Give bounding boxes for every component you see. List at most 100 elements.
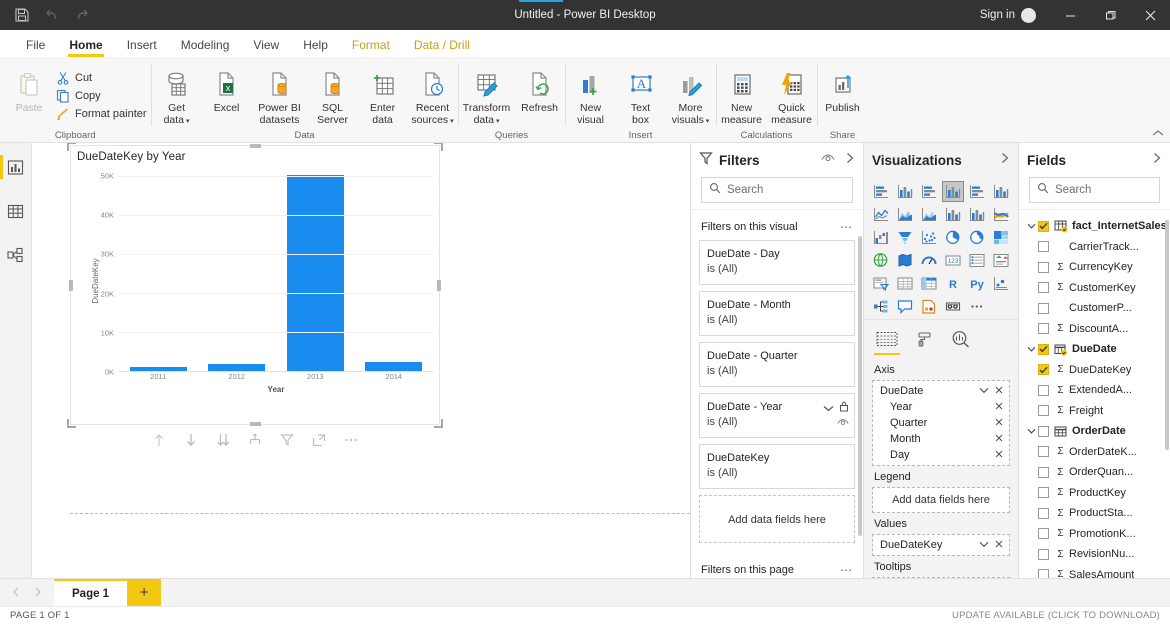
viz-type-treemap[interactable] — [990, 227, 1012, 248]
viz-type-smart-narrative[interactable] — [894, 296, 916, 317]
viz-type-100-stacked-bar-chart[interactable] — [966, 181, 988, 202]
drill-up-icon[interactable] — [152, 433, 166, 447]
filter-icon[interactable] — [280, 433, 294, 447]
viz-type-funnel-chart[interactable] — [894, 227, 916, 248]
sql-server-button[interactable]: SQLServer — [308, 63, 358, 126]
format-tab[interactable] — [916, 327, 933, 351]
analytics-tab[interactable] — [951, 327, 970, 351]
viz-type-gauge[interactable] — [918, 250, 940, 271]
field-row-productkey[interactable]: ΣProductKey — [1019, 483, 1170, 504]
ribbon-tab-insert[interactable]: Insert — [115, 38, 169, 57]
enter-data-button[interactable]: Enterdata — [358, 63, 408, 126]
field-checkbox[interactable] — [1038, 487, 1049, 498]
field-checkbox[interactable] — [1038, 405, 1049, 416]
text-box-button[interactable]: ATextbox — [616, 63, 666, 126]
filters-on-visual-menu[interactable]: ⋯ — [840, 220, 853, 234]
field-row-customerp[interactable]: CustomerP... — [1019, 298, 1170, 319]
viz-type-card[interactable]: 123 — [942, 250, 964, 271]
sidebar-item-report-view[interactable] — [0, 153, 32, 181]
eye-icon[interactable] — [837, 414, 849, 432]
chevron-down-icon[interactable] — [1025, 428, 1038, 435]
power-bi-datasets-button[interactable]: Power BIdatasets — [252, 63, 308, 126]
fields-scrollbar[interactable] — [1165, 220, 1169, 450]
remove-field-icon[interactable] — [995, 449, 1003, 461]
resize-handle-bottom[interactable] — [250, 422, 261, 426]
ribbon-tab-help[interactable]: Help — [291, 38, 340, 57]
ribbon-tab-format[interactable]: Format — [340, 38, 402, 57]
format-painter-button[interactable]: Format painter — [56, 105, 147, 123]
filter-card[interactable]: DueDate - Quarteris (All) — [699, 342, 855, 387]
viz-type-multi-row-card[interactable] — [966, 250, 988, 271]
quick-measure-button[interactable]: Quickmeasure — [767, 63, 817, 126]
viz-type-paginated-report[interactable] — [918, 296, 940, 317]
avatar[interactable] — [1021, 8, 1036, 23]
well-field-duedate[interactable]: DueDate — [873, 383, 1009, 399]
update-available-status[interactable]: UPDATE AVAILABLE (CLICK TO DOWNLOAD) — [952, 610, 1160, 621]
fields-tab[interactable] — [876, 327, 898, 351]
resize-handle-tl[interactable] — [67, 143, 76, 151]
bar-chart-visual[interactable]: DueDateKey by Year DueDateKey 0K10K20K30… — [70, 145, 440, 425]
field-checkbox[interactable] — [1038, 303, 1049, 314]
bar-cell[interactable] — [355, 168, 434, 371]
save-icon[interactable] — [14, 7, 30, 23]
field-row-orderdate[interactable]: OrderDate — [1019, 421, 1170, 442]
field-checkbox[interactable] — [1038, 282, 1049, 293]
field-row-orderquan[interactable]: ΣOrderQuan... — [1019, 462, 1170, 483]
sidebar-item-model-view[interactable] — [0, 241, 32, 269]
field-checkbox[interactable] — [1038, 467, 1049, 478]
report-canvas[interactable]: DueDateKey by Year DueDateKey 0K10K20K30… — [32, 143, 690, 578]
chevron-right-icon[interactable] — [1000, 151, 1010, 169]
field-row-salesamount[interactable]: ΣSalesAmount — [1019, 565, 1170, 579]
bar-cell[interactable] — [276, 168, 355, 371]
well-field-quarter[interactable]: Quarter — [873, 415, 1009, 431]
recent-sources-button[interactable]: Recentsources ▾ — [408, 63, 458, 127]
filters-search-box[interactable]: Search — [701, 177, 853, 203]
sign-in-button[interactable]: Sign in — [980, 9, 1021, 21]
chevron-down-icon[interactable] — [979, 385, 989, 397]
viz-type-r-script-visual[interactable]: R — [942, 273, 964, 294]
viz-type-pie-chart[interactable] — [942, 227, 964, 248]
resize-handle-br[interactable] — [434, 419, 443, 428]
cut-button[interactable]: Cut — [56, 69, 147, 87]
remove-field-icon[interactable] — [995, 433, 1003, 445]
viz-type-scatter-chart[interactable] — [918, 227, 940, 248]
add-page-button[interactable]: + — [127, 579, 161, 606]
viz-type-kpi[interactable] — [990, 250, 1012, 271]
chevron-down-icon[interactable] — [823, 400, 834, 418]
field-row-carriertrack[interactable]: CarrierTrack... — [1019, 237, 1170, 258]
viz-type-arcgis-maps[interactable] — [942, 296, 964, 317]
redo-icon[interactable] — [74, 7, 90, 23]
bar-2014[interactable] — [365, 362, 422, 371]
viz-type-100-stacked-column-chart[interactable] — [990, 181, 1012, 202]
more-visuals-button[interactable]: Morevisuals ▾ — [666, 63, 716, 127]
visual-filter-dropzone[interactable]: Add data fields here — [699, 495, 855, 543]
ribbon-tab-data-drill[interactable]: Data / Drill — [402, 38, 482, 57]
focus-mode-icon[interactable] — [312, 433, 326, 447]
new-measure-button[interactable]: Newmeasure — [717, 63, 767, 126]
field-row-productsta[interactable]: ΣProductSta... — [1019, 503, 1170, 524]
well-axis[interactable]: DueDateYearQuarterMonthDay — [872, 380, 1010, 466]
viz-type-slicer[interactable] — [870, 273, 892, 294]
chevron-right-icon[interactable] — [34, 587, 42, 599]
ribbon-tab-home[interactable]: Home — [57, 38, 114, 57]
transform-data-button[interactable]: Transformdata ▾ — [459, 63, 515, 127]
viz-type-line-clustered-column-chart[interactable] — [966, 204, 988, 225]
well-field-day[interactable]: Day — [873, 447, 1009, 463]
viz-type-stacked-area-chart[interactable] — [918, 204, 940, 225]
field-row-promotionk[interactable]: ΣPromotionK... — [1019, 524, 1170, 545]
bar-2012[interactable] — [208, 364, 265, 371]
remove-field-icon[interactable] — [995, 539, 1003, 551]
field-row-orderdatek[interactable]: ΣOrderDateK... — [1019, 442, 1170, 463]
field-row-duedate[interactable]: DueDate — [1019, 339, 1170, 360]
field-checkbox[interactable] — [1038, 241, 1049, 252]
resize-handle-right[interactable] — [437, 280, 441, 291]
field-row-currencykey[interactable]: ΣCurrencyKey — [1019, 257, 1170, 278]
field-row-extendeda[interactable]: ΣExtendedA... — [1019, 380, 1170, 401]
more-options-icon[interactable] — [344, 433, 358, 447]
fields-search-box[interactable]: Search — [1029, 177, 1160, 203]
field-checkbox[interactable] — [1038, 508, 1049, 519]
field-row-revisionnu[interactable]: ΣRevisionNu... — [1019, 544, 1170, 565]
field-checkbox[interactable] — [1038, 344, 1049, 355]
filter-card[interactable]: DueDate - Dayis (All) — [699, 240, 855, 285]
bar-cell[interactable] — [198, 168, 277, 371]
